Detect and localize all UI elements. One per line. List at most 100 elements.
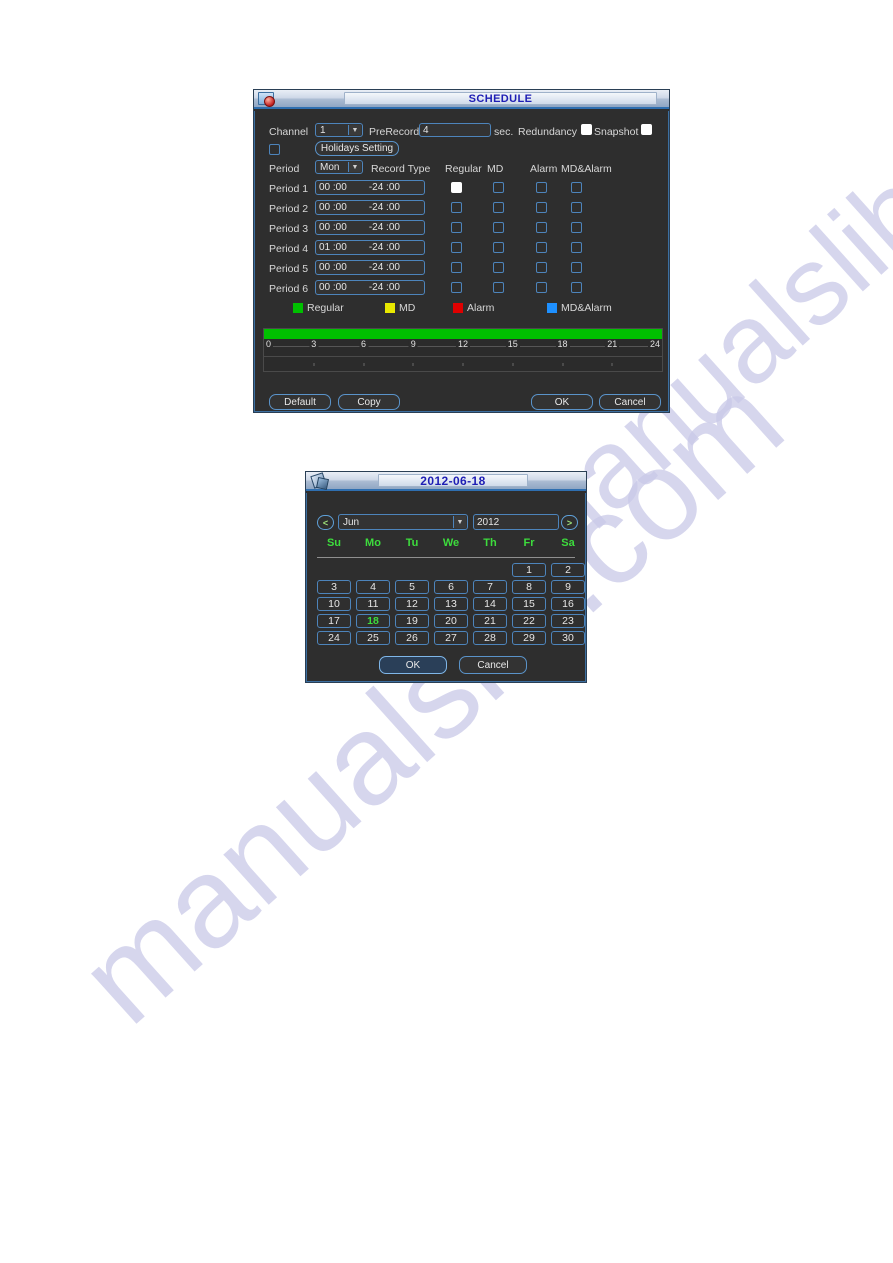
checkbox-md-alarm-period-2[interactable] bbox=[571, 202, 582, 213]
day-cell-3[interactable]: 3 bbox=[317, 580, 351, 594]
schedule-timeline[interactable]: 0 3 6 9 12 15 18 21 24 bbox=[263, 328, 663, 372]
day-cell-19[interactable]: 19 bbox=[395, 614, 429, 628]
period-end-time-1: -24 :00 bbox=[368, 182, 400, 193]
period-time-range-4[interactable]: 01 :00 -24 :00 bbox=[315, 240, 425, 255]
checkbox-alarm-period-5[interactable] bbox=[536, 262, 547, 273]
day-cell-15[interactable]: 15 bbox=[512, 597, 546, 611]
redundancy-checkbox[interactable] bbox=[581, 124, 592, 135]
day-cell-26[interactable]: 26 bbox=[395, 631, 429, 645]
day-header-th: Th bbox=[483, 537, 497, 549]
next-month-button[interactable]: > bbox=[561, 515, 578, 530]
day-cell-8[interactable]: 8 bbox=[512, 580, 546, 594]
day-cell-12[interactable]: 12 bbox=[395, 597, 429, 611]
day-cell-25[interactable]: 25 bbox=[356, 631, 390, 645]
day-cell-20[interactable]: 20 bbox=[434, 614, 468, 628]
snapshot-checkbox[interactable] bbox=[641, 124, 652, 135]
checkbox-alarm-period-3[interactable] bbox=[536, 222, 547, 233]
period-time-range-6[interactable]: 00 :00 -24 :00 bbox=[315, 280, 425, 295]
timeline-hour-axis: 0 3 6 9 12 15 18 21 24 bbox=[264, 339, 662, 353]
day-cell-1[interactable]: 1 bbox=[512, 563, 546, 577]
calendar-body: < Jun ▼ 2012 > Su Mo Tu We Th Fr Sa 1234567891… bbox=[306, 493, 586, 682]
watermark-text: manualslib.com bbox=[52, 349, 810, 1051]
day-cell-24[interactable]: 24 bbox=[317, 631, 351, 645]
day-cell-4[interactable]: 4 bbox=[356, 580, 390, 594]
year-input[interactable]: 2012 bbox=[473, 514, 559, 530]
day-cell-23[interactable]: 23 bbox=[551, 614, 585, 628]
chevron-down-icon: ▼ bbox=[453, 516, 466, 528]
day-cell-22[interactable]: 22 bbox=[512, 614, 546, 628]
checkbox-md-alarm-period-6[interactable] bbox=[571, 282, 582, 293]
checkbox-md-alarm-period-1[interactable] bbox=[571, 182, 582, 193]
legend-label-0: Regular bbox=[307, 302, 344, 314]
month-select[interactable]: Jun ▼ bbox=[338, 514, 468, 530]
period-time-range-1[interactable]: 00 :00 -24 :00 bbox=[315, 180, 425, 195]
checkbox-alarm-period-4[interactable] bbox=[536, 242, 547, 253]
legend-swatch-0 bbox=[293, 303, 303, 313]
ok-button[interactable]: OK bbox=[531, 394, 593, 410]
month-value: Jun bbox=[343, 516, 360, 528]
checkbox-regular-period-5[interactable] bbox=[451, 262, 462, 273]
weekday-select[interactable]: Mon ▼ bbox=[315, 160, 363, 174]
day-cell-30[interactable]: 30 bbox=[551, 631, 585, 645]
default-button[interactable]: Default bbox=[269, 394, 331, 410]
timeline-lower-tick-3 bbox=[313, 363, 315, 366]
holidays-setting-button[interactable]: Holidays Setting bbox=[315, 141, 399, 156]
day-cell-9[interactable]: 9 bbox=[551, 580, 585, 594]
checkbox-regular-period-6[interactable] bbox=[451, 282, 462, 293]
checkbox-alarm-period-6[interactable] bbox=[536, 282, 547, 293]
checkbox-md-period-6[interactable] bbox=[493, 282, 504, 293]
checkbox-md-period-3[interactable] bbox=[493, 222, 504, 233]
day-cell-7[interactable]: 7 bbox=[473, 580, 507, 594]
day-cell-18[interactable]: 18 bbox=[356, 614, 390, 628]
checkbox-regular-period-2[interactable] bbox=[451, 202, 462, 213]
checkbox-md-alarm-period-3[interactable] bbox=[571, 222, 582, 233]
day-cell-2[interactable]: 2 bbox=[551, 563, 585, 577]
period-time-range-3[interactable]: 00 :00 -24 :00 bbox=[315, 220, 425, 235]
day-cell-10[interactable]: 10 bbox=[317, 597, 351, 611]
day-header-sa: Sa bbox=[561, 537, 575, 549]
day-cell-29[interactable]: 29 bbox=[512, 631, 546, 645]
period-time-range-5[interactable]: 00 :00 -24 :00 bbox=[315, 260, 425, 275]
checkbox-md-alarm-period-5[interactable] bbox=[571, 262, 582, 273]
copy-label: Copy bbox=[357, 396, 381, 408]
timeline-hour-tick-9: 9 bbox=[408, 339, 418, 349]
day-cell-17[interactable]: 17 bbox=[317, 614, 351, 628]
checkbox-md-period-4[interactable] bbox=[493, 242, 504, 253]
calendar-ok-button[interactable]: OK bbox=[379, 656, 447, 674]
day-cell-21[interactable]: 21 bbox=[473, 614, 507, 628]
redundancy-label: Redundancy bbox=[518, 126, 577, 138]
checkbox-regular-period-4[interactable] bbox=[451, 242, 462, 253]
day-cell-5[interactable]: 5 bbox=[395, 580, 429, 594]
chevron-down-icon: ▼ bbox=[348, 125, 361, 135]
day-cell-28[interactable]: 28 bbox=[473, 631, 507, 645]
checkbox-md-period-1[interactable] bbox=[493, 182, 504, 193]
calendar-cancel-button[interactable]: Cancel bbox=[459, 656, 527, 674]
day-cell-16[interactable]: 16 bbox=[551, 597, 585, 611]
holiday-enable-checkbox[interactable] bbox=[269, 144, 280, 155]
prerecord-input[interactable]: 4 bbox=[419, 123, 491, 137]
period-label-1: Period 1 bbox=[269, 183, 309, 195]
day-cell-6[interactable]: 6 bbox=[434, 580, 468, 594]
channel-select[interactable]: 1 ▼ bbox=[315, 123, 363, 137]
column-header-regular: Regular bbox=[445, 163, 482, 175]
page-title: SCHEDULE bbox=[468, 92, 533, 105]
timeline-lower-tick-9 bbox=[412, 363, 414, 366]
period-time-range-2[interactable]: 00 :00 -24 :00 bbox=[315, 200, 425, 215]
period-label: Period bbox=[269, 163, 300, 175]
checkbox-md-alarm-period-4[interactable] bbox=[571, 242, 582, 253]
day-cell-14[interactable]: 14 bbox=[473, 597, 507, 611]
checkbox-alarm-period-1[interactable] bbox=[536, 182, 547, 193]
checkbox-regular-period-3[interactable] bbox=[451, 222, 462, 233]
checkbox-md-period-5[interactable] bbox=[493, 262, 504, 273]
selected-date-title: 2012-06-18 bbox=[420, 473, 486, 488]
checkbox-md-period-2[interactable] bbox=[493, 202, 504, 213]
prev-month-button[interactable]: < bbox=[317, 515, 334, 530]
cancel-button[interactable]: Cancel bbox=[599, 394, 661, 410]
checkbox-alarm-period-2[interactable] bbox=[536, 202, 547, 213]
prerecord-value: 4 bbox=[423, 124, 429, 136]
copy-button[interactable]: Copy bbox=[338, 394, 400, 410]
day-cell-11[interactable]: 11 bbox=[356, 597, 390, 611]
day-cell-13[interactable]: 13 bbox=[434, 597, 468, 611]
day-cell-27[interactable]: 27 bbox=[434, 631, 468, 645]
checkbox-regular-period-1[interactable] bbox=[451, 182, 462, 193]
